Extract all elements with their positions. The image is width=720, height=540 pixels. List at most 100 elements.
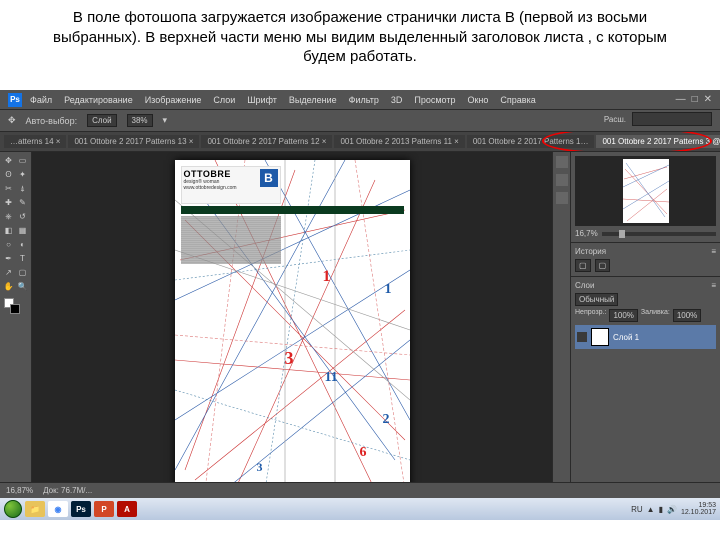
blur-tool[interactable]: ○ [2,238,15,251]
doc-tab[interactable]: 001 Ottobre 2 2017 Patterns 13 × [68,135,199,148]
menu-view[interactable]: Просмотр [414,95,455,105]
move-tool[interactable]: ✥ [2,154,15,167]
move-tool-icon: ✥ [8,115,16,126]
history-brush-tool[interactable]: ↺ [16,210,29,223]
canvas-area[interactable]: OTTOBRE design® woman www.ottobredesign.… [32,152,552,498]
collapsed-panels[interactable] [552,152,570,498]
tray-vol-icon[interactable]: 🔊 [667,505,677,514]
opt-layer-select[interactable]: Слой [87,114,116,127]
task-acrobat[interactable]: A [117,501,137,517]
visibility-icon[interactable] [577,332,587,342]
history-panel: История ≡ ▢ ▢ [571,243,720,277]
type-tool[interactable]: T [16,252,29,265]
minimize-button[interactable]: — [676,94,686,105]
pattern-number: 1 [385,282,392,298]
opt-more[interactable]: ▾ [163,115,168,126]
close-button[interactable]: ✕ [704,94,712,105]
menu-select[interactable]: Выделение [289,95,337,105]
eraser-tool[interactable]: ◧ [2,224,15,237]
brush-tool[interactable]: ✎ [16,196,29,209]
task-explorer[interactable]: 📁 [25,501,45,517]
bg-swatch[interactable] [10,304,20,314]
doc-tab[interactable]: …atterns 14 × [4,135,66,148]
panel-icon[interactable] [556,174,568,186]
window-controls: — □ ✕ [676,94,712,105]
heal-tool[interactable]: ✚ [2,196,15,209]
history-title: История [575,247,606,256]
nav-zoom-value: 16,7% [575,229,598,238]
toolbox: ✥ ▭ ʘ ✦ ✂ ⍋ ✚ ✎ ⎈ ↺ ◧ ▦ ○ ◐ ✒ T ↗ ▢ ✋ 🔍 [0,152,32,498]
menu-3d[interactable]: 3D [391,95,403,105]
layer-name: Слой 1 [613,333,639,342]
doc-tab-active[interactable]: 001 Ottobre 2 2017 Patterns 3 @ 16,7% (С… [596,135,720,148]
task-ppt[interactable]: P [94,501,114,517]
menu-window[interactable]: Окно [467,95,488,105]
system-tray: RU ▲ ▮ 🔊 19:53 12.10.2017 [631,502,716,516]
wand-tool[interactable]: ✦ [16,168,29,181]
legend-box [181,216,281,264]
menu-help[interactable]: Справка [500,95,535,105]
document-canvas: OTTOBRE design® woman www.ottobredesign.… [175,160,410,490]
pattern-number: 3 [257,460,263,475]
pen-tool[interactable]: ✒ [2,252,15,265]
path-tool[interactable]: ↗ [2,266,15,279]
dodge-tool[interactable]: ◐ [16,238,29,251]
tray-net-icon[interactable]: ▮ [659,505,663,514]
task-ps[interactable]: Ps [71,501,91,517]
navigator-thumb[interactable] [575,156,716,226]
fill-field[interactable]: 100% [673,309,701,322]
tray-lang[interactable]: RU [631,505,643,514]
blend-mode[interactable]: Обычный [575,293,618,306]
menu-file[interactable]: Файл [30,95,52,105]
layer-thumb [591,328,609,346]
panel-menu-icon[interactable]: ≡ [711,281,716,290]
right-panels: 16,7% История≡ ▢ ▢ Слои≡ Обычный Непрозр… [570,152,720,498]
shape-tool[interactable]: ▢ [16,266,29,279]
color-swatch[interactable] [4,298,14,308]
panel-menu-icon[interactable]: ≡ [711,247,716,256]
panel-icon[interactable] [556,156,568,168]
tray-clock[interactable]: 19:53 12.10.2017 [681,502,716,516]
stamp-tool[interactable]: ⎈ [2,210,15,223]
menu-image[interactable]: Изображение [145,95,202,105]
eyedropper-tool[interactable]: ⍋ [16,182,29,195]
pattern-number: 2 [383,412,390,428]
search-field[interactable] [632,112,712,126]
pattern-number: 11 [325,370,338,386]
menubar: Ps Файл Редактирование Изображение Слои … [0,90,720,110]
layers-title: Слои [575,281,594,290]
gradient-tool[interactable]: ▦ [16,224,29,237]
menu-layers[interactable]: Слои [213,95,235,105]
lasso-tool[interactable]: ʘ [2,168,15,181]
task-chrome[interactable]: ◉ [48,501,68,517]
start-button[interactable] [4,500,22,518]
opt-zoom[interactable]: 38% [127,114,153,127]
doc-tab[interactable]: 001 Ottobre 2 2017 Patterns 1… [467,135,595,148]
doc-tab[interactable]: 001 Ottobre 2 2013 Patterns 11 × [334,135,464,148]
tray-up-icon[interactable]: ▲ [647,505,655,514]
photoshop-window: Ps Файл Редактирование Изображение Слои … [0,90,720,520]
nav-zoom-slider[interactable] [602,232,716,236]
layer-row[interactable]: Слой 1 [575,325,716,349]
navigator-panel: 16,7% [571,152,720,243]
pattern-number: 3 [285,348,294,369]
workarea: ✥ ▭ ʘ ✦ ✂ ⍋ ✚ ✎ ⎈ ↺ ◧ ▦ ○ ◐ ✒ T ↗ ▢ ✋ 🔍 [0,152,720,498]
crop-tool[interactable]: ✂ [2,182,15,195]
header-bar [181,206,404,214]
history-btn[interactable]: ▢ [595,259,611,272]
hand-tool[interactable]: ✋ [2,280,15,293]
status-zoom[interactable]: 16,87% [6,486,33,495]
history-btn[interactable]: ▢ [575,259,591,272]
ps-logo: Ps [8,93,22,107]
opacity-field[interactable]: 100% [609,309,637,322]
marquee-tool[interactable]: ▭ [16,154,29,167]
workspace-switcher[interactable]: Расш. [604,112,712,126]
panel-icon[interactable] [556,192,568,204]
zoom-tool[interactable]: 🔍 [16,280,29,293]
maximize-button[interactable]: □ [692,94,698,105]
menu-edit[interactable]: Редактирование [64,95,133,105]
menu-type[interactable]: Шрифт [247,95,277,105]
menu-filter[interactable]: Фильтр [349,95,379,105]
doc-tab[interactable]: 001 Ottobre 2 2017 Patterns 12 × [201,135,332,148]
pattern-number: 6 [360,445,367,461]
